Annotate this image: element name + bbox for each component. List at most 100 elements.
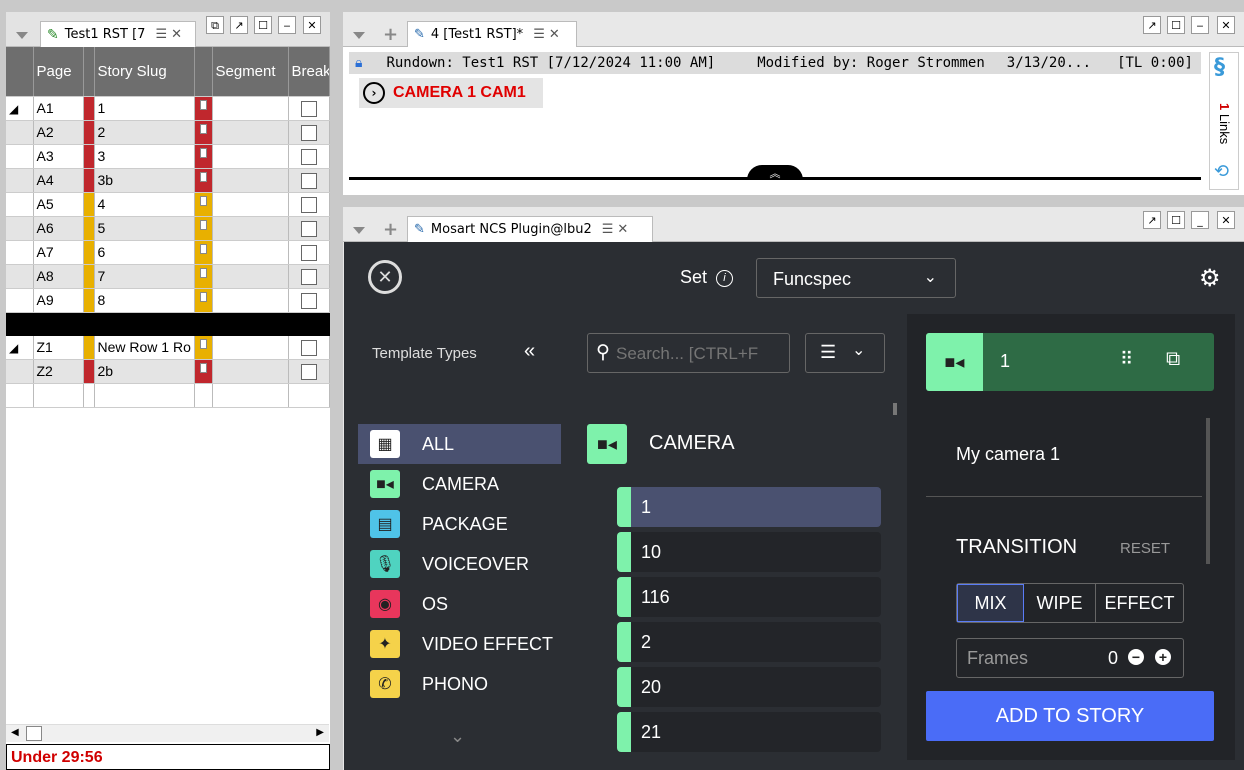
break-cell[interactable] [288, 335, 330, 360]
restore-icon[interactable]: ⧉ [206, 16, 224, 34]
maximize-icon[interactable]: ☐ [1167, 16, 1185, 34]
break-checkbox[interactable] [300, 100, 317, 117]
header-page[interactable]: Page [33, 47, 84, 97]
template-list-item[interactable]: 1 [617, 487, 881, 527]
page-cell[interactable]: A2 [33, 120, 84, 145]
category-voiceover[interactable]: 🎙︎ VOICEOVER [358, 544, 561, 584]
header-segment[interactable]: Segment [212, 47, 289, 97]
maximize-icon[interactable]: ☐ [1167, 211, 1185, 229]
category-package[interactable]: ▤ PACKAGE [358, 504, 561, 544]
category-video-effect[interactable]: ✦ VIDEO EFFECT [358, 624, 561, 664]
break-cell[interactable] [288, 359, 330, 384]
break-checkbox[interactable] [300, 363, 317, 380]
table-row[interactable]: ◢ A1 1 [6, 96, 330, 121]
slug-cell[interactable]: 5 [94, 216, 195, 241]
add-tab-icon[interactable]: + [383, 26, 398, 44]
frames-field[interactable]: Frames 0 − + [956, 638, 1184, 678]
segment-cell[interactable] [212, 168, 289, 193]
table-row[interactable]: A5 4 [6, 192, 330, 217]
template-list-item[interactable]: 20 [617, 667, 881, 707]
add-tab-icon[interactable]: + [383, 221, 398, 239]
transition-wipe[interactable]: WIPE [1024, 584, 1096, 622]
view-options-button[interactable]: ☰ ⌄ [805, 333, 885, 373]
segment-cell[interactable] [212, 216, 289, 241]
segment-cell[interactable] [212, 120, 289, 145]
collapse-icon[interactable]: « [524, 340, 535, 363]
slug-cell[interactable]: 2b [94, 359, 195, 384]
page-cell[interactable]: A3 [33, 144, 84, 169]
set-select[interactable]: Funcspec ⌄ [756, 258, 956, 298]
break-checkbox[interactable] [300, 196, 317, 213]
slug-cell[interactable]: 7 [94, 264, 195, 289]
page-cell[interactable]: A6 [33, 216, 84, 241]
break-checkbox[interactable] [300, 124, 317, 141]
break-cell[interactable] [288, 168, 330, 193]
segment-cell[interactable] [212, 240, 289, 265]
template-list-item[interactable]: 21 [617, 712, 881, 752]
table-row[interactable]: A4 3b [6, 168, 330, 193]
slug-cell[interactable]: 4 [94, 192, 195, 217]
break-checkbox[interactable] [300, 220, 317, 237]
decrement-icon[interactable]: − [1128, 649, 1144, 665]
scroll-left-icon[interactable]: ◀ [11, 727, 19, 738]
template-list-item[interactable]: 10 [617, 532, 881, 572]
slug-cell[interactable]: 2 [94, 120, 195, 145]
slug-cell[interactable]: 3 [94, 144, 195, 169]
break-cell[interactable] [288, 240, 330, 265]
category-phono[interactable]: ✆ PHONO [358, 664, 561, 704]
empty-row[interactable] [6, 383, 330, 408]
break-cell[interactable] [288, 264, 330, 289]
page-cell[interactable]: A4 [33, 168, 84, 193]
search-box[interactable]: ⚲ [587, 333, 790, 373]
category-os[interactable]: ◉ OS [358, 584, 561, 624]
page-cell[interactable]: A7 [33, 240, 84, 265]
expand-cell[interactable]: ◢ [6, 96, 34, 121]
page-cell[interactable]: A1 [33, 96, 84, 121]
increment-icon[interactable]: + [1155, 649, 1171, 665]
horizontal-scrollbar[interactable]: ◀ ▶ [6, 724, 329, 742]
segment-cell[interactable] [212, 288, 289, 313]
page-cell[interactable]: A8 [33, 264, 84, 289]
drag-handle-icon[interactable]: ⠿ [1120, 349, 1133, 370]
table-row[interactable]: A6 5 [6, 216, 330, 241]
table-row[interactable]: A8 7 [6, 264, 330, 289]
minimize-icon[interactable]: _ [1191, 211, 1209, 229]
table-row[interactable]: A2 2 [6, 120, 330, 145]
segment-cell[interactable] [212, 359, 289, 384]
camera-element[interactable]: › CAMERA 1 CAM1 [359, 78, 543, 108]
segment-cell[interactable] [212, 335, 289, 360]
tab-menu-icon[interactable]: ☰ [602, 222, 614, 237]
table-row[interactable]: A3 3 [6, 144, 330, 169]
expand-circle-icon[interactable]: › [363, 82, 385, 104]
segment-cell[interactable] [212, 144, 289, 169]
slug-cell[interactable]: 3b [94, 168, 195, 193]
minimize-icon[interactable]: ‒ [1191, 16, 1209, 34]
page-cell[interactable]: A5 [33, 192, 84, 217]
tab-rundown[interactable]: ✎ Test1 RST [7 ☰ ✕ [40, 21, 196, 47]
break-checkbox[interactable] [300, 268, 317, 285]
slug-cell[interactable]: New Row 1 Ro [94, 335, 195, 360]
category-camera[interactable]: ■◂ CAMERA [358, 464, 561, 504]
expand-triangle-icon[interactable]: ◢ [9, 341, 18, 355]
close-icon[interactable]: ✕ [1217, 211, 1235, 229]
scroll-thumb[interactable] [26, 726, 42, 741]
table-row[interactable]: ◢ Z1 New Row 1 Ro [6, 335, 330, 360]
tab-close-icon[interactable]: ✕ [171, 27, 182, 42]
reset-button[interactable]: RESET [1120, 540, 1170, 557]
break-cell[interactable] [288, 288, 330, 313]
break-checkbox[interactable] [300, 244, 317, 261]
link-icon[interactable]: § [1214, 55, 1225, 80]
page-cell[interactable]: Z1 [33, 335, 84, 360]
expand-cell[interactable]: ◢ [6, 335, 34, 360]
tab-close-icon[interactable]: ✕ [549, 27, 560, 42]
template-list-item[interactable]: 2 [617, 622, 881, 662]
gear-icon[interactable]: ⚙ [1199, 264, 1221, 293]
slug-cell[interactable]: 1 [94, 96, 195, 121]
break-checkbox[interactable] [300, 339, 317, 356]
detail-scrollbar[interactable] [1206, 418, 1210, 564]
header-break[interactable]: Break [288, 47, 330, 97]
transition-mix[interactable]: MIX [957, 584, 1024, 622]
break-cell[interactable] [288, 120, 330, 145]
minimize-icon[interactable]: ‒ [278, 16, 296, 34]
segment-cell[interactable] [212, 96, 289, 121]
